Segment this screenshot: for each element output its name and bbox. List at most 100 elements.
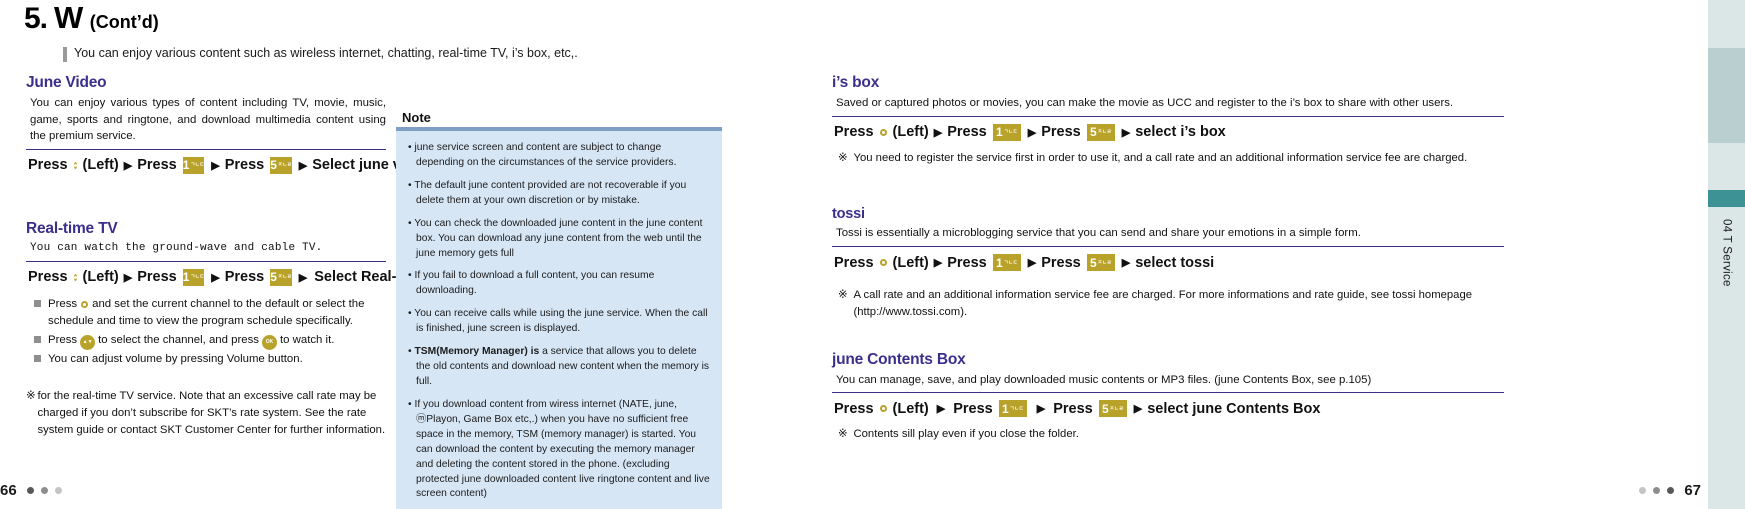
page-number-left: 66	[0, 482, 17, 499]
june-video-steps: Press (Left) ▶ Press 1 ㄱㄴㄷ ▶ Press 5 ㅈㄴㄹ ▶…	[26, 156, 431, 174]
note-item: • The default june content provided are …	[408, 179, 687, 206]
side-tab-strip: 04 T Service	[1708, 0, 1745, 509]
key-5-icon[interactable]: 5 ㅈㄴㄹ	[270, 156, 292, 174]
list-item: Press and set the current channel to the …	[26, 296, 386, 330]
realtime-tv-bullets: Press and set the current channel to the …	[26, 296, 386, 368]
step-arrow-icon: ▶	[211, 159, 220, 172]
bullet1-after: and set the current channel to the defau…	[48, 297, 365, 327]
side-tab-3[interactable]	[1708, 143, 1745, 190]
tossi-description: Tossi is essentially a microblogging ser…	[836, 227, 1361, 240]
square-bullet-icon	[34, 354, 41, 362]
left-label-1: (Left)	[892, 124, 929, 141]
left-label-1: (Left)	[892, 400, 929, 417]
step-arrow-icon: ▶	[211, 271, 220, 284]
tossi-step-final: select tossi	[1135, 254, 1215, 271]
key-1-icon[interactable]: 1 ㄱㄴㄷ	[992, 254, 1021, 271]
page-dot-icon	[1639, 487, 1647, 494]
press-label-3: Press	[1041, 254, 1081, 271]
footer-left: 66	[0, 482, 72, 499]
side-tab-active-marker[interactable]	[1708, 190, 1745, 207]
note-item: • If you fail to download a full content…	[408, 270, 655, 297]
press-label-1: Press	[28, 269, 68, 286]
key-5-icon[interactable]: 5 ㅈㄴㄹ	[270, 268, 292, 286]
key-1-icon[interactable]: 1 ㄱㄴㄷ	[992, 123, 1021, 141]
note-item: • You can receive calls while using the …	[408, 308, 708, 335]
bullet2-before: Press	[48, 333, 78, 346]
realtime-tv-star-note: ※ for the real-time TV service. Note tha…	[26, 388, 386, 439]
square-bullet-icon	[34, 335, 41, 343]
key-ok-icon[interactable]: OK	[261, 335, 277, 351]
june-contents-box-star-note: ※ Contents sill play even if you close t…	[838, 426, 1504, 443]
realtime-tv-steps: Press (Left) ▶ Press 1 ㄱㄴㄷ ▶ Press 5 ㅈㄴㄹ ▶…	[26, 268, 453, 286]
page-dot-icon	[54, 487, 62, 494]
key-1-icon[interactable]: 1 ㄱㄴㄷ	[998, 400, 1027, 418]
key-1-icon[interactable]: 1 ㄱㄴㄷ	[182, 268, 205, 286]
step-arrow-icon: ▶	[1121, 257, 1131, 269]
bullet2-after: to watch it.	[279, 333, 335, 346]
footer-right: 67	[1629, 482, 1701, 499]
key-navigation-icon[interactable]: ▲▼	[80, 335, 96, 351]
key-dot-icon[interactable]	[879, 405, 887, 413]
star-marker-icon: ※	[838, 289, 848, 301]
page-dot-icon	[40, 487, 48, 494]
key-5-icon[interactable]: 5 ㅈㄴㄹ	[1086, 123, 1115, 141]
is-box-description: Saved or captured photos or movies, you …	[836, 97, 1454, 109]
press-label-2: Press	[137, 269, 177, 286]
june-contents-box-steps: Press (Left) ▶ Press 1 ㄱㄴㄷ ▶ Press 5 ㅈㄴㄹ ▶…	[832, 400, 1504, 418]
step-arrow-icon: ▶	[298, 159, 308, 172]
realtime-tv-divider	[26, 260, 386, 262]
section-title: W	[54, 0, 83, 35]
press-label-3: Press	[1041, 124, 1081, 141]
press-label-2: Press	[947, 254, 987, 271]
header-subtitle: You can enjoy various content such as wi…	[74, 46, 578, 60]
note-item: • If you download content from wiress in…	[408, 398, 710, 500]
realtime-tv-star-note-text: for the real-time TV service. Note that …	[37, 389, 386, 436]
press-label-3: Press	[224, 157, 265, 174]
star-marker-icon: ※	[26, 389, 36, 402]
note-title: Note	[402, 110, 431, 125]
key-dot-icon[interactable]	[73, 161, 77, 169]
side-tab-2[interactable]	[1708, 48, 1745, 143]
step-arrow-icon: ▶	[1036, 403, 1046, 416]
key-dot-icon[interactable]	[879, 259, 887, 266]
step-arrow-icon: ▶	[1133, 403, 1143, 416]
page-dots-right	[1639, 487, 1675, 494]
step-arrow-icon: ▶	[1121, 126, 1131, 139]
june-video-heading: June Video	[26, 74, 107, 91]
star-marker-icon: ※	[838, 151, 848, 164]
left-label-1: (Left)	[82, 157, 119, 174]
press-label-3: Press	[224, 269, 265, 286]
page-dot-icon	[1653, 487, 1661, 494]
page-dots-left	[26, 487, 62, 494]
subtitle-accent-bar	[63, 47, 67, 62]
bullet3-text: You can adjust volume by pressing Volume…	[48, 352, 303, 365]
manual-page: 5. W (Cont’d) You can enjoy various cont…	[0, 0, 1745, 509]
june-contents-box-divider	[832, 392, 1504, 394]
key-dot-icon[interactable]	[81, 301, 89, 309]
page-dot-icon	[26, 487, 34, 494]
press-label-1: Press	[28, 157, 68, 174]
key-5-icon[interactable]: 5 ㅈㄴㄹ	[1086, 254, 1115, 271]
header-subtitle-row: You can enjoy various content such as wi…	[63, 46, 578, 62]
key-5-icon[interactable]: 5 ㅈㄴㄹ	[1098, 400, 1127, 418]
page-number-right: 67	[1684, 482, 1701, 499]
key-dot-icon[interactable]	[879, 128, 887, 136]
page-header: 5. W (Cont’d) You can enjoy various cont…	[24, 0, 578, 62]
june-video-divider	[26, 148, 386, 150]
is-box-star-note: ※ You need to register the service first…	[838, 150, 1504, 167]
step-arrow-icon: ▶	[298, 271, 308, 284]
tossi-heading: tossi	[832, 206, 865, 223]
note-item: • june service screen and content are su…	[408, 142, 677, 168]
key-1-icon[interactable]: 1 ㄱㄴㄷ	[182, 156, 205, 174]
press-label-2: Press	[953, 400, 993, 417]
tossi-steps: Press (Left) ▶ Press 1 ㄱㄴㄷ ▶ Press 5 ㅈㄴㄹ ▶…	[832, 254, 1504, 271]
side-tab-1[interactable]	[1708, 0, 1745, 48]
key-dot-icon[interactable]	[73, 273, 77, 281]
step-arrow-icon: ▶	[1027, 126, 1037, 139]
left-label-1: (Left)	[892, 254, 929, 271]
note-item: • TSM(Memory Manager) is a service that …	[408, 346, 710, 387]
realtime-tv-heading: Real-time TV	[26, 219, 118, 237]
tossi-divider	[832, 246, 1504, 247]
side-tab-current-chapter[interactable]: 04 T Service	[1708, 207, 1745, 509]
is-box-divider	[832, 115, 1504, 117]
